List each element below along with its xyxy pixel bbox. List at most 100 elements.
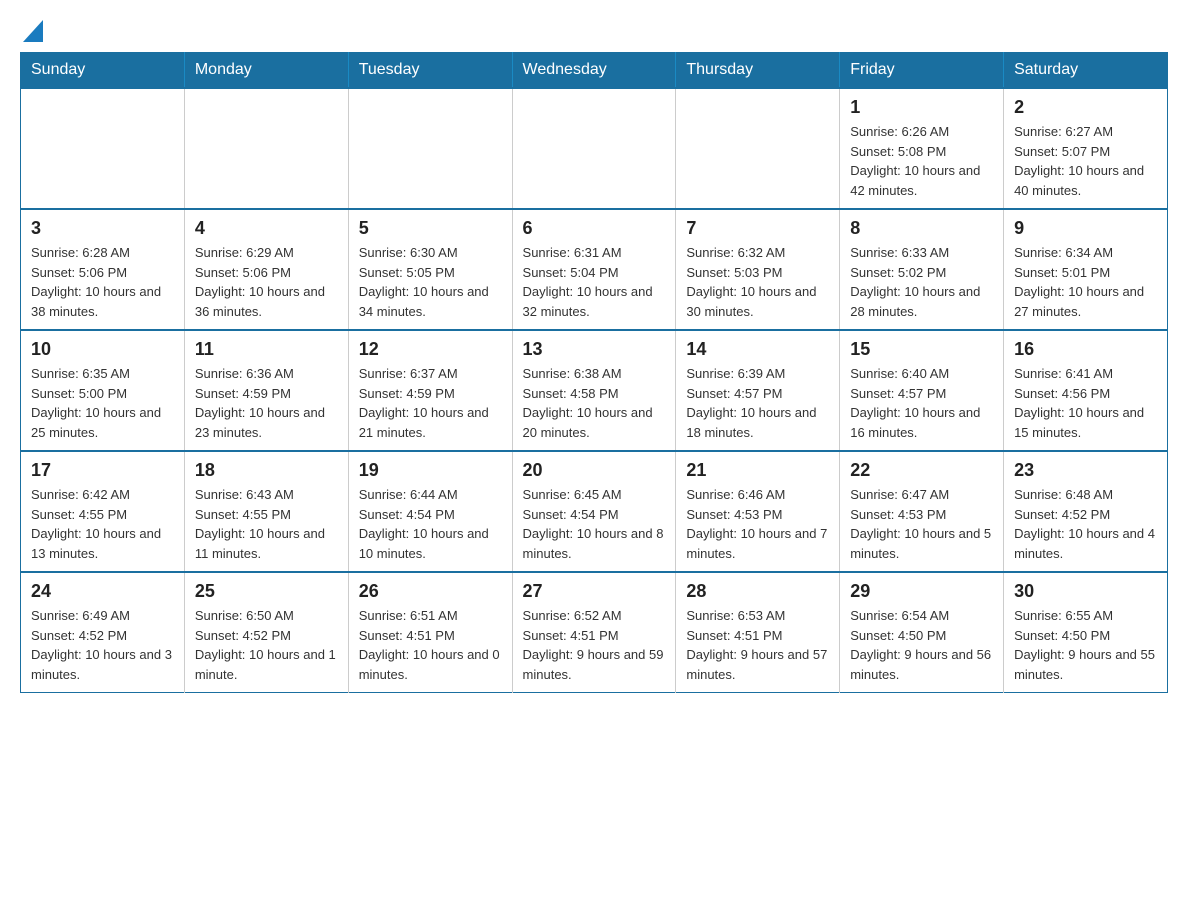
calendar-cell: 4 Sunrise: 6:29 AMSunset: 5:06 PMDaylight… [184, 209, 348, 330]
day-info: Sunrise: 6:49 AMSunset: 4:52 PMDaylight:… [31, 606, 174, 684]
calendar-cell: 8 Sunrise: 6:33 AMSunset: 5:02 PMDaylight… [840, 209, 1004, 330]
day-number: 10 [31, 339, 174, 360]
day-info: Sunrise: 6:54 AMSunset: 4:50 PMDaylight:… [850, 606, 993, 684]
day-info: Sunrise: 6:44 AMSunset: 4:54 PMDaylight:… [359, 485, 502, 563]
calendar-header-row: SundayMondayTuesdayWednesdayThursdayFrid… [21, 53, 1168, 89]
day-number: 23 [1014, 460, 1157, 481]
day-info: Sunrise: 6:43 AMSunset: 4:55 PMDaylight:… [195, 485, 338, 563]
calendar-cell: 20 Sunrise: 6:45 AMSunset: 4:54 PMDayligh… [512, 451, 676, 572]
day-info: Sunrise: 6:36 AMSunset: 4:59 PMDaylight:… [195, 364, 338, 442]
calendar-week-row: 24 Sunrise: 6:49 AMSunset: 4:52 PMDayligh… [21, 572, 1168, 693]
day-number: 30 [1014, 581, 1157, 602]
day-number: 1 [850, 97, 993, 118]
day-number: 3 [31, 218, 174, 239]
day-number: 28 [686, 581, 829, 602]
calendar-cell: 17 Sunrise: 6:42 AMSunset: 4:55 PMDayligh… [21, 451, 185, 572]
day-of-week-header: Wednesday [512, 53, 676, 89]
calendar-cell [21, 88, 185, 209]
calendar-cell: 29 Sunrise: 6:54 AMSunset: 4:50 PMDayligh… [840, 572, 1004, 693]
day-number: 19 [359, 460, 502, 481]
day-info: Sunrise: 6:26 AMSunset: 5:08 PMDaylight:… [850, 122, 993, 200]
calendar-cell: 22 Sunrise: 6:47 AMSunset: 4:53 PMDayligh… [840, 451, 1004, 572]
calendar-cell: 10 Sunrise: 6:35 AMSunset: 5:00 PMDayligh… [21, 330, 185, 451]
day-number: 5 [359, 218, 502, 239]
day-info: Sunrise: 6:40 AMSunset: 4:57 PMDaylight:… [850, 364, 993, 442]
calendar-cell: 6 Sunrise: 6:31 AMSunset: 5:04 PMDaylight… [512, 209, 676, 330]
calendar-week-row: 3 Sunrise: 6:28 AMSunset: 5:06 PMDaylight… [21, 209, 1168, 330]
calendar-cell: 27 Sunrise: 6:52 AMSunset: 4:51 PMDayligh… [512, 572, 676, 693]
calendar-cell: 24 Sunrise: 6:49 AMSunset: 4:52 PMDayligh… [21, 572, 185, 693]
calendar-cell: 1 Sunrise: 6:26 AMSunset: 5:08 PMDaylight… [840, 88, 1004, 209]
day-number: 9 [1014, 218, 1157, 239]
day-info: Sunrise: 6:29 AMSunset: 5:06 PMDaylight:… [195, 243, 338, 321]
calendar-cell: 30 Sunrise: 6:55 AMSunset: 4:50 PMDayligh… [1004, 572, 1168, 693]
day-number: 6 [523, 218, 666, 239]
day-number: 8 [850, 218, 993, 239]
day-info: Sunrise: 6:35 AMSunset: 5:00 PMDaylight:… [31, 364, 174, 442]
day-of-week-header: Saturday [1004, 53, 1168, 89]
day-of-week-header: Monday [184, 53, 348, 89]
day-of-week-header: Sunday [21, 53, 185, 89]
calendar-cell [676, 88, 840, 209]
day-number: 25 [195, 581, 338, 602]
day-info: Sunrise: 6:32 AMSunset: 5:03 PMDaylight:… [686, 243, 829, 321]
calendar-cell: 3 Sunrise: 6:28 AMSunset: 5:06 PMDaylight… [21, 209, 185, 330]
day-number: 17 [31, 460, 174, 481]
calendar-cell: 12Sunrise: 6:37 AMSunset: 4:59 PMDayligh… [348, 330, 512, 451]
day-number: 15 [850, 339, 993, 360]
day-number: 21 [686, 460, 829, 481]
calendar-cell: 9 Sunrise: 6:34 AMSunset: 5:01 PMDaylight… [1004, 209, 1168, 330]
day-info: Sunrise: 6:27 AMSunset: 5:07 PMDaylight:… [1014, 122, 1157, 200]
calendar-cell: 5 Sunrise: 6:30 AMSunset: 5:05 PMDaylight… [348, 209, 512, 330]
day-info: Sunrise: 6:28 AMSunset: 5:06 PMDaylight:… [31, 243, 174, 321]
calendar-cell: 18 Sunrise: 6:43 AMSunset: 4:55 PMDayligh… [184, 451, 348, 572]
day-info: Sunrise: 6:38 AMSunset: 4:58 PMDaylight:… [523, 364, 666, 442]
calendar-cell: 15 Sunrise: 6:40 AMSunset: 4:57 PMDayligh… [840, 330, 1004, 451]
calendar-cell: 14 Sunrise: 6:39 AMSunset: 4:57 PMDayligh… [676, 330, 840, 451]
day-info: Sunrise: 6:47 AMSunset: 4:53 PMDaylight:… [850, 485, 993, 563]
page-header [20, 20, 1168, 42]
calendar-cell: 13 Sunrise: 6:38 AMSunset: 4:58 PMDayligh… [512, 330, 676, 451]
day-info: Sunrise: 6:33 AMSunset: 5:02 PMDaylight:… [850, 243, 993, 321]
day-info: Sunrise: 6:50 AMSunset: 4:52 PMDaylight:… [195, 606, 338, 684]
day-info: Sunrise: 6:46 AMSunset: 4:53 PMDaylight:… [686, 485, 829, 563]
day-of-week-header: Friday [840, 53, 1004, 89]
day-number: 14 [686, 339, 829, 360]
day-number: 7 [686, 218, 829, 239]
day-info: Sunrise: 6:42 AMSunset: 4:55 PMDaylight:… [31, 485, 174, 563]
day-info: Sunrise: 6:39 AMSunset: 4:57 PMDaylight:… [686, 364, 829, 442]
day-number: 4 [195, 218, 338, 239]
day-number: 29 [850, 581, 993, 602]
day-info: Sunrise: 6:51 AMSunset: 4:51 PMDaylight:… [359, 606, 502, 684]
day-of-week-header: Thursday [676, 53, 840, 89]
day-info: Sunrise: 6:55 AMSunset: 4:50 PMDaylight:… [1014, 606, 1157, 684]
day-info: Sunrise: 6:31 AMSunset: 5:04 PMDaylight:… [523, 243, 666, 321]
day-info: Sunrise: 6:45 AMSunset: 4:54 PMDaylight:… [523, 485, 666, 563]
calendar-cell [184, 88, 348, 209]
day-number: 27 [523, 581, 666, 602]
day-info: Sunrise: 6:34 AMSunset: 5:01 PMDaylight:… [1014, 243, 1157, 321]
day-info: Sunrise: 6:52 AMSunset: 4:51 PMDaylight:… [523, 606, 666, 684]
day-number: 12 [359, 339, 502, 360]
calendar-cell: 23 Sunrise: 6:48 AMSunset: 4:52 PMDayligh… [1004, 451, 1168, 572]
logo-triangle-icon [23, 20, 43, 42]
day-info: Sunrise: 6:53 AMSunset: 4:51 PMDaylight:… [686, 606, 829, 684]
day-number: 22 [850, 460, 993, 481]
day-of-week-header: Tuesday [348, 53, 512, 89]
logo [20, 20, 43, 42]
day-number: 24 [31, 581, 174, 602]
day-info: Sunrise: 6:48 AMSunset: 4:52 PMDaylight:… [1014, 485, 1157, 563]
calendar-cell [348, 88, 512, 209]
day-number: 20 [523, 460, 666, 481]
calendar-cell: 11 Sunrise: 6:36 AMSunset: 4:59 PMDayligh… [184, 330, 348, 451]
day-number: 18 [195, 460, 338, 481]
calendar-cell: 25 Sunrise: 6:50 AMSunset: 4:52 PMDayligh… [184, 572, 348, 693]
day-number: 11 [195, 339, 338, 360]
calendar-cell: 2 Sunrise: 6:27 AMSunset: 5:07 PMDaylight… [1004, 88, 1168, 209]
calendar-cell [512, 88, 676, 209]
calendar-cell: 26Sunrise: 6:51 AMSunset: 4:51 PMDayligh… [348, 572, 512, 693]
calendar-week-row: 10 Sunrise: 6:35 AMSunset: 5:00 PMDayligh… [21, 330, 1168, 451]
day-number: 13 [523, 339, 666, 360]
day-info: Sunrise: 6:30 AMSunset: 5:05 PMDaylight:… [359, 243, 502, 321]
day-number: 2 [1014, 97, 1157, 118]
